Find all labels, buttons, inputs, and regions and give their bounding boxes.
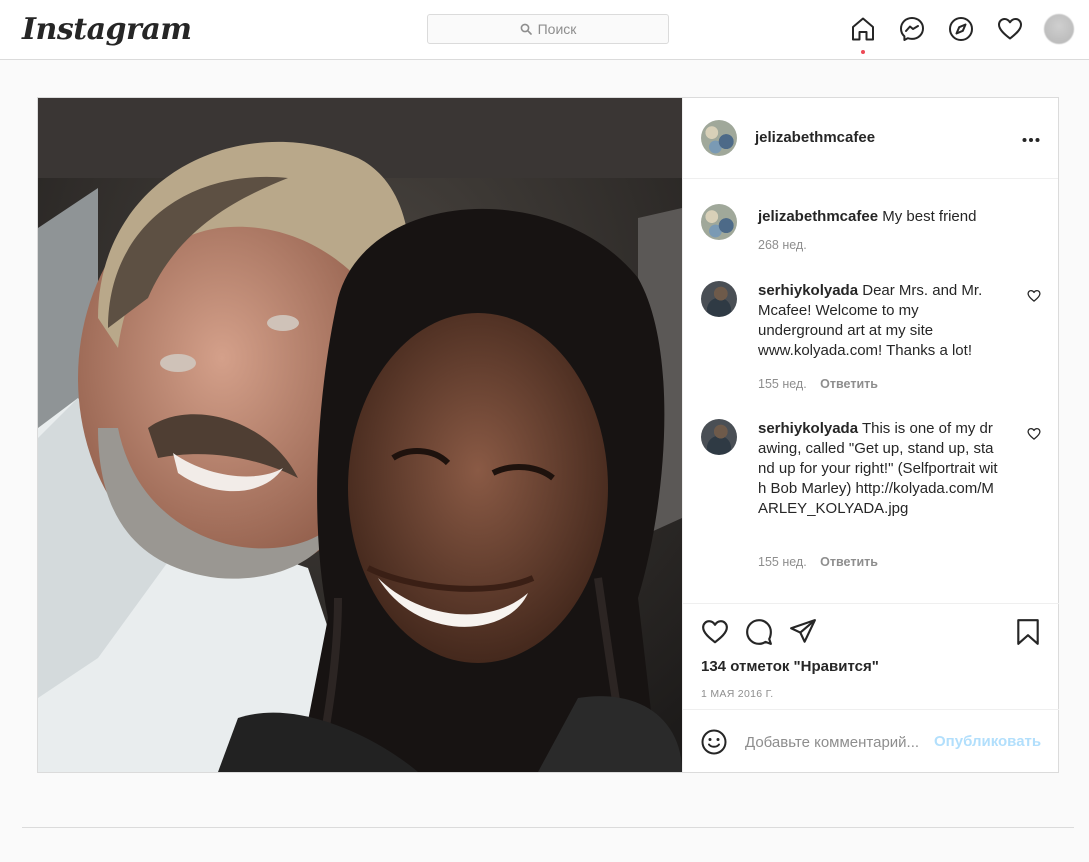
search-box[interactable]: Поиск [427,14,669,44]
commenter-avatar[interactable] [701,419,737,455]
messenger-icon[interactable] [897,14,927,44]
instagram-logo[interactable]: Instagram [22,12,192,47]
add-comment-section: Опубликовать [683,709,1059,772]
home-icon[interactable] [848,14,878,54]
comment-username[interactable]: serhiykolyada [758,420,858,437]
like-icon[interactable] [701,618,729,646]
reply-button[interactable]: Ответить [820,555,878,569]
comment-age[interactable]: 155 нед. [758,555,807,569]
publish-button[interactable]: Опубликовать [934,733,1041,750]
emoji-icon[interactable] [701,729,727,760]
comment-like-icon[interactable] [1027,289,1041,308]
top-navigation: Instagram Поиск [0,0,1089,60]
comment-like-icon[interactable] [1027,427,1041,446]
profile-avatar[interactable] [1044,14,1074,44]
more-options-icon[interactable] [1022,130,1040,148]
post-header: jelizabethmcafee [683,98,1058,179]
post-card: jelizabethmcafee jelizabethmcafee My bes… [37,97,1059,773]
share-icon[interactable] [789,618,817,646]
comment-input[interactable] [745,730,933,754]
caption-username[interactable]: jelizabethmcafee [758,208,878,225]
caption-text: My best friend [882,208,977,225]
search-placeholder: Поиск [537,21,577,37]
explore-icon[interactable] [946,14,976,44]
nav-icons [848,14,1074,54]
footer-divider [22,827,1074,828]
comment-age[interactable]: 155 нед. [758,377,807,391]
comment-username[interactable]: serhiykolyada [758,282,858,299]
author-username[interactable]: jelizabethmcafee [755,129,875,146]
search-icon [520,23,532,35]
commenter-avatar[interactable] [701,281,737,317]
post-sidebar: jelizabethmcafee jelizabethmcafee My bes… [682,98,1059,772]
post-photo[interactable] [38,98,682,772]
post-actions: 134 отметок "Нравится" 1 МАЯ 2016 Г. [683,603,1059,709]
activity-heart-icon[interactable] [995,14,1025,44]
caption-age[interactable]: 268 нед. [758,238,807,252]
caption-avatar[interactable] [701,204,737,240]
author-avatar[interactable] [701,120,737,156]
post-date[interactable]: 1 МАЯ 2016 Г. [701,688,774,700]
reply-button[interactable]: Ответить [820,377,878,391]
notification-dot [861,50,865,54]
comment-icon[interactable] [745,618,773,646]
likes-count[interactable]: 134 отметок "Нравится" [701,658,879,675]
bookmark-icon[interactable] [1015,618,1041,646]
comments-list[interactable]: jelizabethmcafee My best friend 268 нед.… [683,180,1059,603]
